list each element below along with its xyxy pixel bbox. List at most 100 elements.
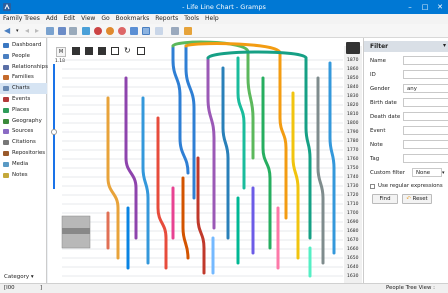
sidebar-item-events[interactable]: Events: [0, 94, 47, 105]
find-button-label: Find: [379, 196, 391, 202]
regex-checkbox[interactable]: [370, 184, 375, 189]
fan-chart-icon[interactable]: [94, 27, 102, 35]
menu-edit[interactable]: Edit: [60, 14, 78, 22]
back-arrow-icon[interactable]: ◀: [4, 26, 12, 35]
year-label: 1630: [347, 273, 359, 279]
life-line-chart-canvas[interactable]: 1870 1860 1850 1840 1830 1820 1810 1800 …: [48, 38, 363, 283]
status-left: [I00: [4, 285, 15, 291]
tree-chart-icon[interactable]: [155, 27, 163, 35]
status-right: People Tree View :: [386, 285, 435, 291]
pedigree-icon[interactable]: [82, 27, 90, 35]
title-bar: - Life Line Chart - Gramps – □ ✕: [0, 0, 448, 14]
menu-family-trees[interactable]: Family Trees: [0, 14, 43, 22]
repositories-icon: [3, 151, 9, 156]
charts-icon: [3, 86, 9, 92]
sidebar-item-label: People: [12, 52, 30, 59]
sidebar-item-label: Dashboard: [12, 42, 42, 48]
minimap-viewport: [62, 228, 90, 234]
minimize-button[interactable]: –: [403, 2, 417, 12]
reset-button[interactable]: ↶ Reset: [402, 194, 432, 204]
sidebar-item-notes[interactable]: Notes: [0, 170, 47, 181]
sources-icon: [3, 129, 9, 135]
menu-add[interactable]: Add: [43, 14, 61, 22]
citations-icon: [3, 140, 9, 146]
status-bar: [I00 ] People Tree View :: [0, 283, 448, 293]
home-icon[interactable]: [46, 27, 54, 35]
sidebar-item-people[interactable]: People: [0, 51, 47, 62]
filter-title-text: Filter: [370, 43, 389, 50]
custom-filter-select[interactable]: None: [412, 168, 442, 177]
year-label: 1770: [347, 147, 359, 153]
chevron-down-icon[interactable]: ▾: [443, 42, 446, 49]
year-label: 1820: [347, 102, 359, 108]
menu-go[interactable]: Go: [98, 14, 112, 22]
name-field[interactable]: [403, 56, 448, 65]
sidebar-item-relationships[interactable]: Relationships: [0, 62, 48, 73]
note-label: Note: [370, 142, 383, 148]
geography-icon: [3, 118, 9, 124]
menu-reports[interactable]: Reports: [152, 14, 181, 22]
death-date-field[interactable]: [403, 112, 448, 121]
id-field[interactable]: [403, 70, 448, 79]
event-field[interactable]: [403, 126, 448, 135]
menu-bar: Family Trees Add Edit View Go Bookmarks Report…: [0, 14, 448, 24]
tag-select[interactable]: [403, 154, 448, 163]
menu-view[interactable]: View: [78, 14, 98, 22]
year-label: 1870: [347, 57, 359, 63]
maximize-button[interactable]: □: [418, 2, 432, 12]
descendant-fan-icon[interactable]: [106, 27, 114, 35]
tools-icon[interactable]: [184, 27, 192, 35]
dropdown-icon[interactable]: ▾: [16, 28, 24, 36]
forward-icon[interactable]: ▸: [35, 26, 43, 35]
close-button[interactable]: ✕: [433, 2, 447, 12]
sidebar-item-label: Sources: [12, 128, 34, 135]
notes-icon: [3, 172, 9, 178]
back-icon[interactable]: ◂: [25, 26, 33, 35]
year-label: 1720: [347, 192, 359, 198]
sidebar-item-label: Relationships: [12, 63, 48, 70]
category-label: Category: [4, 274, 30, 280]
year-label: 1790: [347, 129, 359, 135]
birth-date-field[interactable]: [403, 98, 448, 107]
menu-tools[interactable]: Tools: [181, 14, 202, 22]
menu-help[interactable]: Help: [202, 14, 222, 22]
gender-select[interactable]: any: [403, 84, 448, 93]
sidebar-item-families[interactable]: Families: [0, 72, 47, 83]
sidebar-item-charts[interactable]: Charts: [0, 83, 47, 94]
year-label: 1830: [347, 93, 359, 99]
reset-button-label: Reset: [412, 196, 428, 202]
events-icon: [3, 97, 9, 102]
edit-bookmarks-icon[interactable]: [69, 27, 77, 35]
category-selector[interactable]: Category ▾: [4, 274, 34, 280]
marriage-links: [171, 40, 308, 60]
tag-label: Tag: [370, 156, 380, 162]
event-label: Event: [370, 128, 386, 134]
sidebar-item-dashboard[interactable]: Dashboard: [0, 40, 47, 51]
year-label: 1760: [347, 156, 359, 162]
sidebar-item-label: Charts: [12, 85, 30, 92]
reset-icon: ↶: [406, 196, 411, 202]
life-line-chart-icon[interactable]: [142, 27, 150, 35]
chevron-down-icon[interactable]: ▾: [442, 170, 445, 176]
year-label: 1650: [347, 255, 359, 261]
status-left-end: ]: [40, 285, 43, 291]
sidebar-item-label: Geography: [12, 117, 42, 124]
chevron-down-icon: ▾: [30, 274, 34, 280]
two-way-fan-icon[interactable]: [118, 27, 126, 35]
bookmark-icon[interactable]: [58, 27, 66, 35]
sidebar-item-citations[interactable]: Citations: [0, 137, 47, 148]
note-field[interactable]: [403, 140, 448, 149]
sidebar-item-label: Repositories: [12, 150, 46, 156]
sidebar-item-places[interactable]: Places: [0, 105, 47, 116]
sidebar-item-sources[interactable]: Sources: [0, 126, 47, 137]
sidebar-item-geography[interactable]: Geography: [0, 116, 47, 127]
find-button[interactable]: Find: [372, 194, 398, 204]
graph-view-icon[interactable]: [130, 27, 138, 35]
sidebar-item-repositories[interactable]: Repositories: [0, 148, 47, 159]
configure-view-icon[interactable]: [171, 27, 179, 35]
people-icon: [3, 53, 9, 59]
menu-bookmarks[interactable]: Bookmarks: [113, 14, 153, 22]
year-label: 1840: [347, 84, 359, 90]
sidebar-toggle-icon[interactable]: [346, 42, 360, 54]
sidebar-item-media[interactable]: Media: [0, 159, 47, 170]
